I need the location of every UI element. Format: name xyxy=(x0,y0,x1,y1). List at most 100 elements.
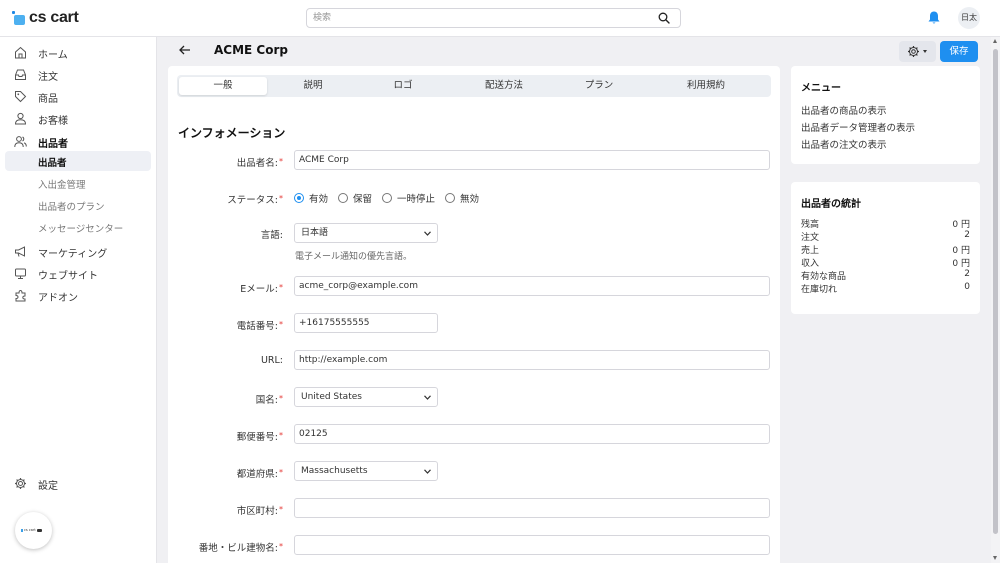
stat-label: 注文 xyxy=(801,233,820,243)
city-label-text: 市区町村: xyxy=(236,506,278,517)
radio-checked-icon xyxy=(294,193,304,203)
sidebar-item-label: お客様 xyxy=(38,116,68,127)
view-vendor-orders-link[interactable]: 出品者の注文の表示 xyxy=(801,137,887,151)
phone-label: 電話番号:* xyxy=(168,318,283,332)
state-label-text: 都道府県: xyxy=(236,469,278,480)
sidebar-item-label: アドオン xyxy=(38,293,78,304)
city-field[interactable] xyxy=(294,498,770,518)
city-label: 市区町村:* xyxy=(168,503,283,517)
tab-shipping-methods[interactable]: 配送方法 xyxy=(459,77,549,95)
sidebar-item-vendors[interactable]: 出品者 xyxy=(0,131,157,151)
stats-panel-title: 出品者の統計 xyxy=(801,199,861,210)
status-option-label: 保留 xyxy=(353,194,373,205)
stat-label: 在庫切れ xyxy=(801,285,838,295)
tab-description[interactable]: 説明 xyxy=(269,77,357,95)
scroll-up-icon[interactable] xyxy=(993,39,997,43)
phone-field[interactable]: +16175555555 xyxy=(294,313,438,333)
url-field[interactable]: http://example.com xyxy=(294,350,770,370)
sidebar-subitem-message-center[interactable]: メッセージセンター xyxy=(5,217,151,237)
required-mark: * xyxy=(279,468,283,477)
tab-general[interactable]: 一般 xyxy=(179,77,267,95)
tab-bar: 一般 説明 ロゴ 配送方法 プラン 利用規約 xyxy=(177,75,771,97)
vendor-form-card: 一般 説明 ロゴ 配送方法 プラン 利用規約 インフォメーション 出品者名:* … xyxy=(168,66,780,563)
view-vendor-products-link[interactable]: 出品者の商品の表示 xyxy=(801,103,887,117)
sidebar-subitem-payouts[interactable]: 入出金管理 xyxy=(5,173,151,193)
scroll-down-icon[interactable] xyxy=(993,556,997,560)
sidebar-item-label: 出品者 xyxy=(38,139,68,150)
search-input[interactable] xyxy=(307,9,637,27)
page-scrollbar[interactable] xyxy=(991,37,1000,563)
chevron-down-icon xyxy=(923,50,927,53)
menu-panel-title: メニュー xyxy=(801,83,841,94)
radio-unchecked-icon xyxy=(382,193,393,203)
scroll-thumb[interactable] xyxy=(993,49,998,534)
search-icon[interactable] xyxy=(658,12,670,24)
sidebar-item-settings[interactable]: 設定 xyxy=(0,473,157,493)
status-radio-pending[interactable]: 保留 xyxy=(338,191,372,205)
language-select-value: 日本語 xyxy=(301,228,329,238)
stat-row: 売上 0 円 xyxy=(801,243,970,256)
sidebar-item-website[interactable]: ウェブサイト xyxy=(0,263,157,283)
language-help-text: 電子メール通知の優先言語。 xyxy=(295,252,413,262)
sidebar-item-marketing[interactable]: マーケティング xyxy=(0,241,157,261)
bell-icon[interactable] xyxy=(927,10,941,25)
address-field[interactable] xyxy=(294,535,770,555)
sidebar: ホーム 注文 商品 お客様 出品者 出品者 入出金管理 出品者のプラン メッセー… xyxy=(0,37,157,563)
tab-logos[interactable]: ロゴ xyxy=(359,77,447,95)
language-label: 言語: xyxy=(168,227,283,241)
sidebar-item-customers[interactable]: お客様 xyxy=(0,108,157,128)
search-box[interactable] xyxy=(306,8,681,28)
language-button[interactable]: 日太 xyxy=(958,7,980,29)
megaphone-icon xyxy=(15,246,25,257)
email-label: Eメール:* xyxy=(168,281,283,295)
required-mark: * xyxy=(279,394,283,403)
sidebar-item-label: 商品 xyxy=(38,94,58,105)
settings-dropdown-button[interactable] xyxy=(899,41,936,62)
phone-label-text: 電話番号: xyxy=(236,321,278,332)
status-radio-active[interactable]: 有効 xyxy=(294,191,328,205)
sidebar-item-addons[interactable]: アドオン xyxy=(0,285,157,305)
sidebar-subitem-label: 入出金管理 xyxy=(38,180,86,191)
language-select[interactable]: 日本語 xyxy=(294,223,438,243)
sidebar-item-label: マーケティング xyxy=(38,249,108,260)
state-select[interactable]: Massachusetts xyxy=(294,461,438,481)
sidebar-subitem-vendor-plans[interactable]: 出品者のプラン xyxy=(5,195,151,215)
stat-row: 注文 2 xyxy=(801,230,970,243)
sidebar-subitem-vendors[interactable]: 出品者 xyxy=(5,151,151,171)
stat-row: 在庫切れ 0 xyxy=(801,282,970,295)
required-mark: * xyxy=(279,283,283,292)
status-label-text: ステータス: xyxy=(227,195,278,206)
address-label: 番地・ビル建物名:* xyxy=(168,540,283,554)
save-button[interactable]: 保存 xyxy=(940,41,978,62)
sidebar-item-label: ホーム xyxy=(38,50,68,61)
view-vendor-admins-link[interactable]: 出品者データ管理者の表示 xyxy=(801,120,915,134)
stat-value: 0 xyxy=(964,282,970,292)
zip-field[interactable]: 02125 xyxy=(294,424,770,444)
gear-icon xyxy=(15,478,26,489)
top-bar: cs cart 日太 xyxy=(0,0,1000,37)
email-field[interactable]: acme_corp@example.com xyxy=(294,276,770,296)
tab-plan[interactable]: プラン xyxy=(555,77,643,95)
logo-mark-icon xyxy=(12,11,25,25)
home-icon xyxy=(15,46,26,59)
country-label-text: 国名: xyxy=(255,395,278,406)
sidebar-item-orders[interactable]: 注文 xyxy=(0,64,157,84)
stat-row: 収入 0 円 xyxy=(801,256,970,269)
status-radio-suspended[interactable]: 一時停止 xyxy=(382,191,435,205)
country-select[interactable]: United States xyxy=(294,387,438,407)
sidebar-item-products[interactable]: 商品 xyxy=(0,86,157,106)
puzzle-icon xyxy=(15,289,26,302)
vendor-name-field[interactable]: ACME Corp xyxy=(294,150,770,170)
cs-cart-badge[interactable]: cs cart xyxy=(15,512,52,549)
url-label: URL: xyxy=(168,355,283,366)
required-mark: * xyxy=(279,542,283,551)
back-arrow-icon[interactable] xyxy=(178,44,192,56)
sidebar-item-label: ウェブサイト xyxy=(38,271,98,282)
stat-value: 2 xyxy=(964,269,970,279)
sidebar-item-home[interactable]: ホーム xyxy=(0,42,157,62)
logo[interactable]: cs cart xyxy=(12,9,79,27)
status-option-label: 無効 xyxy=(460,194,480,205)
tab-terms[interactable]: 利用規約 xyxy=(661,77,751,95)
required-mark: * xyxy=(279,320,283,329)
status-radio-disabled[interactable]: 無効 xyxy=(445,191,479,205)
